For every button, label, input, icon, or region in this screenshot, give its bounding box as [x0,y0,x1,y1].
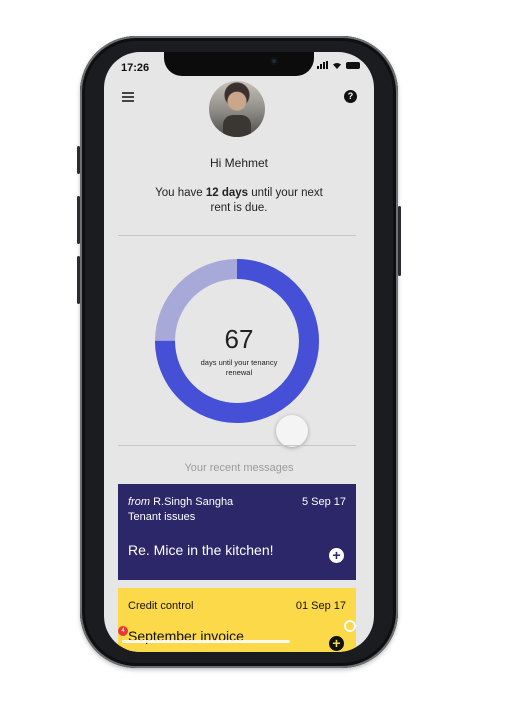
signal-icon [317,61,328,69]
mute-switch [77,146,80,174]
message-date: 01 Sep 17 [295,600,346,612]
plus-circle-icon[interactable]: + [329,636,344,651]
notification-badge: 4 [118,626,128,636]
app-screen: 17:26 ? Hi Mehmet You have 12 days until… [104,52,374,652]
message-card-1[interactable]: from R.Singh Sangha Tenant issues 5 Sep … [118,484,356,580]
scroll-knob[interactable] [276,415,308,447]
notch [164,52,314,76]
front-camera [270,57,278,65]
status-time: 17:26 [121,62,150,74]
status-icons [317,61,360,69]
plus-circle-icon[interactable]: + [329,548,344,563]
rent-prefix: You have [155,187,206,199]
message-sender: Credit control [128,600,194,612]
divider-top [118,235,356,236]
sender-name: R.Singh Sangha [153,496,234,508]
sender-prefix: from [128,496,154,508]
rent-message: You have 12 days until your next rent is… [144,186,334,216]
hamburger-icon[interactable] [122,92,134,102]
home-indicator[interactable] [122,640,290,643]
message-sender: from R.Singh Sangha [128,496,233,508]
battery-icon [346,61,360,69]
message-subject: Re. Mice in the kitchen! [128,542,274,558]
greeting-text: Hi Mehmet [209,156,268,170]
avatar[interactable] [209,81,265,137]
divider-middle [118,445,356,446]
ring-button[interactable] [344,620,356,632]
question-icon[interactable]: ? [344,90,357,103]
recent-messages-label: Your recent messages [184,462,294,474]
volume-up-button [77,196,80,244]
message-date: 5 Sep 17 [301,496,346,508]
message-category: Tenant issues [128,511,196,523]
volume-down-button [77,256,80,304]
tenancy-days-number: 67 [224,324,254,354]
wifi-icon [333,62,341,69]
rent-days: 12 days [205,187,249,199]
tenancy-caption: days until your tenancy renewal [200,358,278,377]
power-button [398,206,401,276]
